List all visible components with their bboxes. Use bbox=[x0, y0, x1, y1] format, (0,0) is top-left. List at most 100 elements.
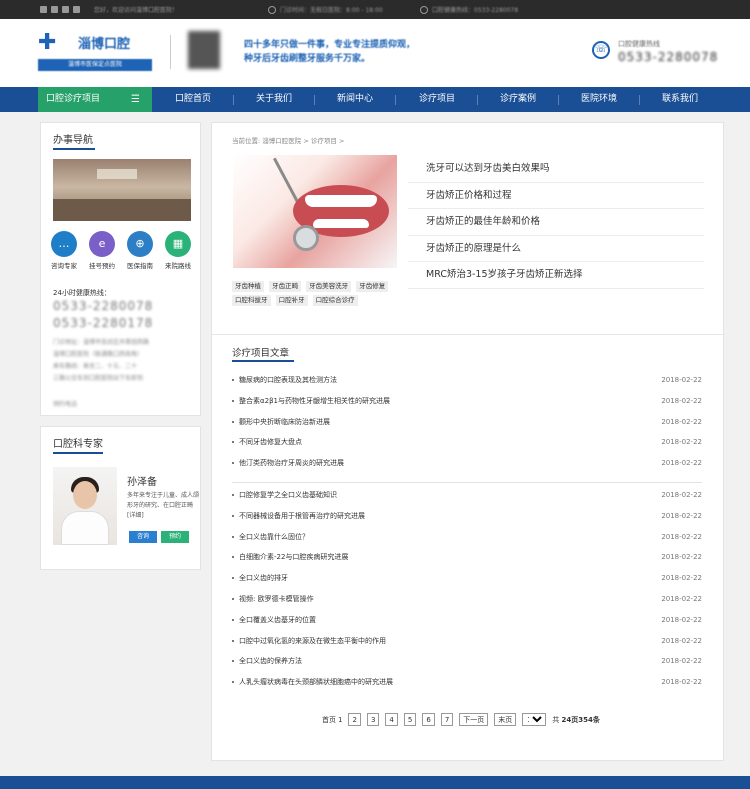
breadcrumb: 当前位置: 淄博口腔医院 > 诊疗项目 > bbox=[232, 137, 345, 145]
pager-select[interactable]: 1 bbox=[522, 713, 547, 726]
quick-consult[interactable]: … 咨询专家 bbox=[47, 231, 81, 270]
tag-orthodontics[interactable]: 牙齿正畸 bbox=[269, 281, 302, 292]
tag-implant[interactable]: 牙齿种植 bbox=[232, 281, 264, 292]
pager-total-count: 354条 bbox=[578, 715, 600, 724]
phone-small-icon bbox=[420, 5, 428, 14]
tag-cleaning[interactable]: 牙齿美容洗牙 bbox=[306, 281, 352, 292]
wechat-icon[interactable] bbox=[62, 6, 69, 13]
article-date: 2018-02-22 bbox=[661, 574, 702, 583]
hot-article[interactable]: MRC矫治3-15岁孩子牙齿矫正新选择 bbox=[408, 262, 704, 289]
tag-extraction[interactable]: 口腔科拔牙 bbox=[232, 295, 271, 306]
article-title[interactable]: 整合素α2β1与药物性牙龈增生相关性的研究进展 bbox=[239, 391, 390, 412]
article-title[interactable]: 口腔修复学之全口义齿基础知识 bbox=[239, 485, 337, 506]
hot-article[interactable]: 牙齿矫正的最佳年龄和价格 bbox=[408, 209, 704, 236]
expert-description[interactable]: 多年来专注于儿童、成人颌形牙的研究、在口腔正畸 [详细] bbox=[127, 491, 199, 521]
home-icon[interactable] bbox=[40, 6, 47, 13]
article-title[interactable]: 白细胞介素-22与口腔疾病研究进展 bbox=[239, 547, 348, 568]
tag-general[interactable]: 口腔综合诊疗 bbox=[312, 295, 358, 306]
article-title[interactable]: 糖尿病的口腔表现及其检测方法 bbox=[239, 370, 337, 391]
pager-page[interactable]: 4 bbox=[385, 713, 398, 726]
bullet bbox=[232, 494, 234, 496]
tag-restoration[interactable]: 牙齿修复 bbox=[356, 281, 389, 292]
article-title[interactable]: 不同牙齿修复大盘点 bbox=[239, 432, 302, 453]
list-item[interactable]: 整合素α2β1与药物性牙龈增生相关性的研究进展 2018-02-22 bbox=[232, 391, 702, 412]
expert-book-button[interactable]: 预约 bbox=[161, 531, 189, 543]
mobile-icon[interactable] bbox=[51, 6, 58, 13]
phone-icon: ☏ bbox=[592, 41, 610, 59]
tag-filling[interactable]: 口腔补牙 bbox=[275, 295, 308, 306]
expert-consult-button[interactable]: 咨询 bbox=[129, 531, 157, 543]
featured-teeth-image[interactable] bbox=[233, 155, 397, 268]
list-item[interactable]: 他汀类药物治疗牙周炎的研究进展 2018-02-22 bbox=[232, 453, 702, 474]
address-line: 三路公交车到口腔医院站下车即到 bbox=[53, 375, 144, 382]
article-date: 2018-02-22 bbox=[661, 678, 702, 687]
article-title[interactable]: 人乳头瘤状病毒在头颈部鳞状细胞癌中的研究进展 bbox=[239, 672, 393, 693]
nav-contact[interactable]: 联系我们 bbox=[640, 87, 720, 112]
list-item[interactable]: 不同器械设备用于根管再治疗的研究进展 2018-02-22 bbox=[232, 506, 702, 527]
logo-name: 淄博口腔 bbox=[78, 37, 131, 52]
article-title[interactable]: 口腔中过氧化氢的来源及在微生态平衡中的作用 bbox=[239, 631, 386, 652]
list-item[interactable]: 糖尿病的口腔表现及其检测方法 2018-02-22 bbox=[232, 370, 702, 391]
nav-home[interactable]: 口腔首页 bbox=[153, 87, 233, 112]
article-date: 2018-02-22 bbox=[661, 615, 702, 624]
pager-page[interactable]: 3 bbox=[366, 713, 380, 726]
pager-last[interactable]: 末页 bbox=[494, 713, 517, 726]
pager-page[interactable]: 7 bbox=[440, 713, 454, 726]
expert-coat bbox=[61, 511, 109, 545]
address-line: 淄博口腔医院（联通路口西南角） bbox=[53, 351, 144, 358]
hot-article[interactable]: 牙齿矫正的原理是什么 bbox=[408, 236, 704, 262]
pager-next[interactable]: 下一页 bbox=[459, 713, 489, 726]
list-item[interactable]: 颧形中央折断临床防治新进展 2018-02-22 bbox=[232, 412, 702, 433]
article-title[interactable]: 全口义齿的排牙 bbox=[239, 568, 288, 589]
article-title[interactable]: 全口覆盖义齿基牙的位置 bbox=[239, 610, 316, 631]
nav-about[interactable]: 关于我们 bbox=[234, 87, 314, 112]
article-title[interactable]: 全口义齿的保养方法 bbox=[239, 651, 302, 672]
list-item[interactable]: 白细胞介素-22与口腔疾病研究进展 2018-02-22 bbox=[232, 547, 702, 568]
pager-page[interactable]: 2 bbox=[348, 713, 361, 726]
list-item[interactable]: 视频: 欧罗德卡模管操作 2018-02-22 bbox=[232, 589, 702, 610]
list-item[interactable]: 全口义齿靠什么固位？ 2018-02-22 bbox=[232, 527, 702, 548]
article-title[interactable]: 颧形中央折断临床防治新进展 bbox=[239, 412, 330, 433]
bullet bbox=[232, 556, 234, 559]
bullet bbox=[232, 420, 234, 423]
pager-total-prefix: 共 bbox=[552, 715, 560, 724]
pager-page[interactable]: 5 bbox=[403, 713, 417, 726]
list-item[interactable]: 口腔中过氧化氢的来源及在微生态平衡中的作用 2018-02-22 bbox=[232, 631, 702, 652]
nav-projects[interactable]: 诊疗项目 bbox=[397, 87, 477, 112]
hospital-lobby-photo[interactable] bbox=[53, 159, 191, 221]
quick-register[interactable]: e 挂号预约 bbox=[85, 231, 119, 270]
menu-icon[interactable]: ☰ bbox=[131, 87, 140, 112]
article-list-1: 糖尿病的口腔表现及其检测方法 2018-02-22 整合素α2β1与药物性牙龈增生… bbox=[232, 370, 702, 474]
list-item[interactable]: 口腔修复学之全口义齿基础知识 2018-02-22 bbox=[232, 485, 702, 506]
pager-page[interactable]: 6 bbox=[422, 713, 435, 726]
nav-news[interactable]: 新闻中心 bbox=[315, 87, 395, 112]
list-item[interactable]: 全口覆盖义齿基牙的位置 2018-02-22 bbox=[232, 610, 702, 631]
bullet bbox=[232, 577, 234, 580]
list-item[interactable]: 不同牙齿修复大盘点 2018-02-22 bbox=[232, 432, 702, 453]
expert-photo[interactable] bbox=[53, 467, 117, 545]
weibo-icon[interactable] bbox=[73, 6, 80, 13]
nav-cases[interactable]: 诊疗案例 bbox=[478, 87, 558, 112]
list-item[interactable]: 人乳头瘤状病毒在头颈部鳞状细胞癌中的研究进展 2018-02-22 bbox=[232, 672, 702, 693]
article-title[interactable]: 全口义齿靠什么固位？ bbox=[239, 527, 309, 548]
list-item[interactable]: 全口义齿的排牙 2018-02-22 bbox=[232, 568, 702, 589]
clock-icon bbox=[268, 5, 276, 14]
list-item[interactable]: 全口义齿的保养方法 2018-02-22 bbox=[232, 651, 702, 672]
hot-article[interactable]: 洗牙可以达到牙齿美白效果吗 bbox=[408, 156, 704, 183]
address-line: 乘车路线：乘坐二、十五、二十 bbox=[53, 363, 138, 370]
hot-article[interactable]: 牙齿矫正价格和过程 bbox=[408, 183, 704, 209]
nav-dental-projects[interactable]: 口腔诊疗项目 ☰ bbox=[38, 87, 152, 112]
site-logo[interactable]: ✚ 淄博口腔 淄博市医保定点医院 bbox=[38, 31, 153, 71]
bullet bbox=[232, 681, 234, 684]
article-date: 2018-02-22 bbox=[661, 532, 702, 541]
pager-first[interactable]: 首页 bbox=[322, 715, 336, 725]
hotline-number-2: 0533-2280178 bbox=[53, 316, 154, 330]
quick-insurance[interactable]: ⊕ 医保指南 bbox=[123, 231, 157, 270]
article-title[interactable]: 他汀类药物治疗牙周炎的研究进展 bbox=[239, 453, 344, 474]
article-title[interactable]: 不同器械设备用于根管再治疗的研究进展 bbox=[239, 506, 365, 527]
dental-mirror bbox=[293, 225, 319, 251]
article-title[interactable]: 视频: 欧罗德卡模管操作 bbox=[239, 589, 314, 610]
main-nav: 口腔诊疗项目 ☰ 口腔首页 关于我们 新闻中心 诊疗项目 诊疗案例 医院环境 联… bbox=[0, 87, 750, 112]
nav-environment[interactable]: 医院环境 bbox=[559, 87, 639, 112]
quick-route[interactable]: ▦ 来院路线 bbox=[161, 231, 195, 270]
